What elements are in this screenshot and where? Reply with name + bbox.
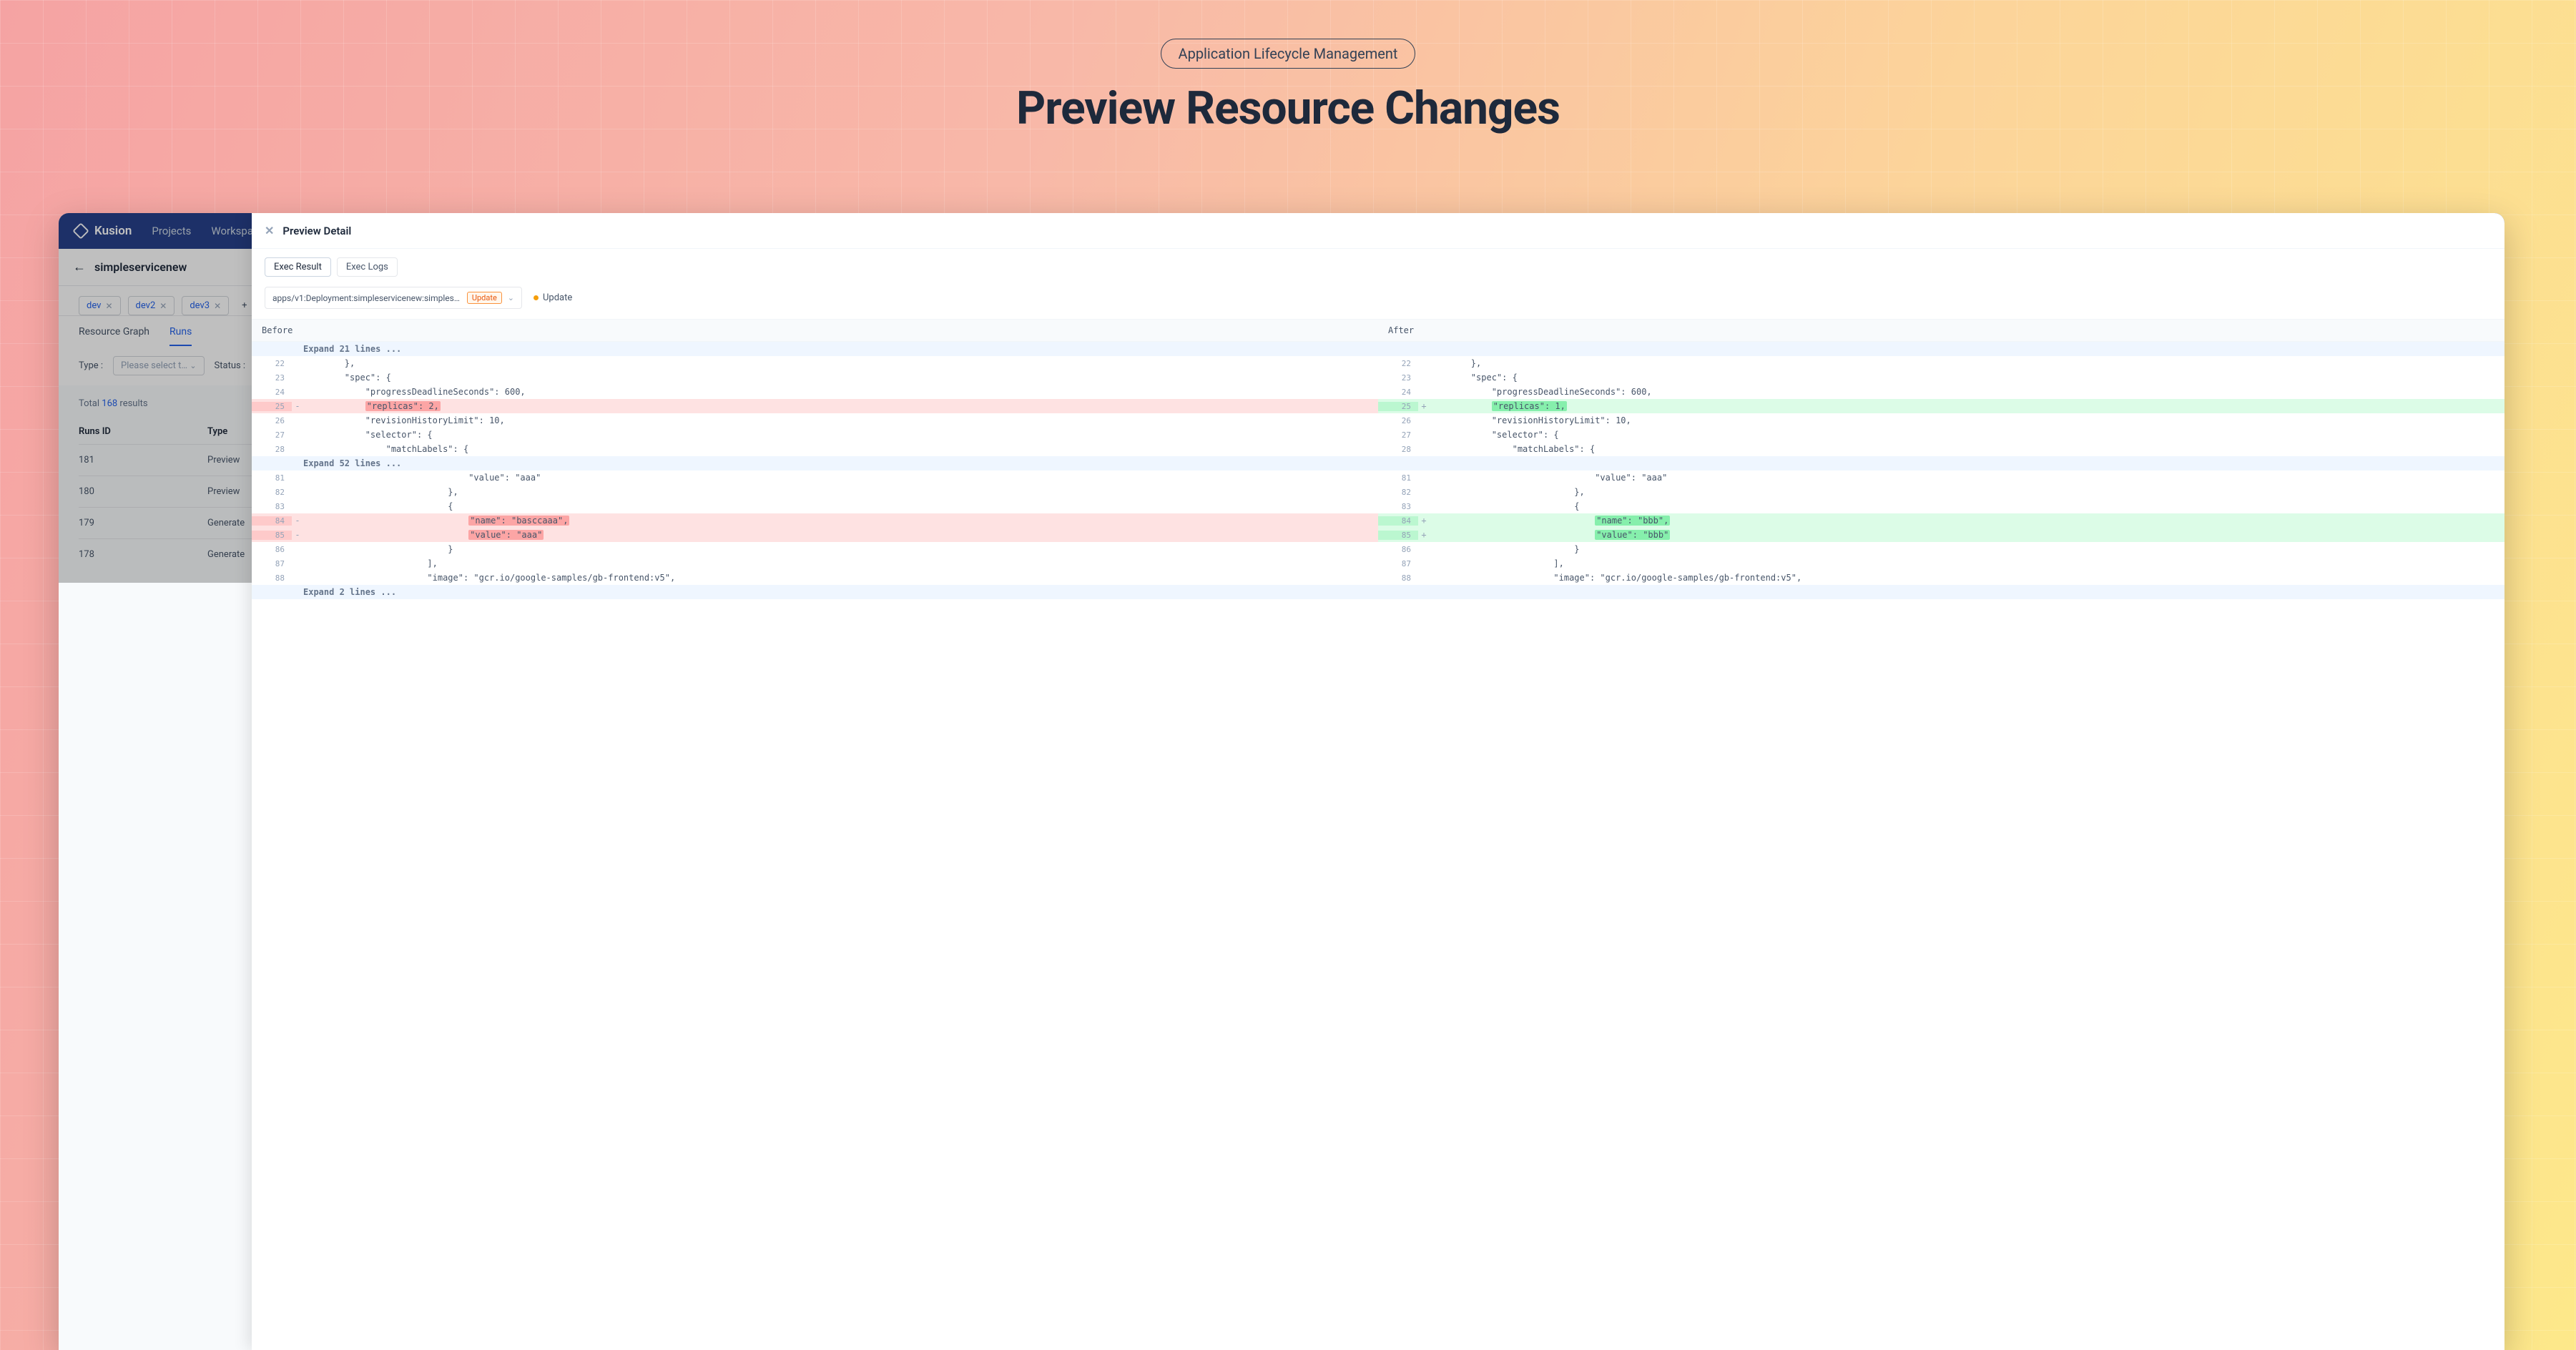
stack-tab-dev[interactable]: dev✕ — [79, 296, 121, 315]
breadcrumb-title: simpleservicenew — [94, 260, 187, 274]
chevron-down-icon: ⌄ — [508, 293, 514, 302]
run-id: 180 — [79, 486, 207, 497]
resource-name: apps/v1:Deployment:simpleservicenew:simp… — [272, 293, 461, 303]
status-dot-icon — [534, 295, 539, 300]
resource-selector-row: apps/v1:Deployment:simpleservicenew:simp… — [252, 277, 2504, 319]
diff-line: 87 ], — [252, 556, 1378, 571]
diff-line: 88 "image": "gcr.io/google-samples/gb-fr… — [252, 571, 1378, 585]
diff-line: 23 "spec": { — [252, 370, 1378, 385]
tab-exec-result[interactable]: Exec Result — [265, 257, 331, 277]
diff-line: 26 "revisionHistoryLimit": 10, — [1378, 413, 2504, 428]
diff-line: 24 "progressDeadlineSeconds": 600, — [1378, 385, 2504, 399]
expand-row[interactable]: Expand 21 lines ... — [252, 342, 1378, 356]
expand-row[interactable] — [1378, 585, 2504, 599]
diff-line: 22 }, — [1378, 356, 2504, 370]
expand-row[interactable]: Expand 52 lines ... — [252, 456, 1378, 470]
app-window: Kusion Projects Workspaces ← simpleservi… — [59, 213, 2504, 1350]
panel-tabs: Exec Result Exec Logs — [252, 249, 2504, 277]
expand-row[interactable]: Expand 2 lines ... — [252, 585, 1378, 599]
hero-title: Preview Resource Changes — [0, 82, 2576, 135]
preview-detail-panel: ✕ Preview Detail Exec Result Exec Logs a… — [252, 213, 2504, 1350]
diff-line: 88 "image": "gcr.io/google-samples/gb-fr… — [1378, 571, 2504, 585]
close-icon[interactable]: ✕ — [265, 224, 274, 237]
diff-line: 24 "progressDeadlineSeconds": 600, — [252, 385, 1378, 399]
diff-line: 82 }, — [1378, 485, 2504, 499]
diff-line: 81 "value": "aaa" — [1378, 470, 2504, 485]
diff-line: 86 } — [1378, 542, 2504, 556]
category-pill: Application Lifecycle Management — [1161, 39, 1416, 69]
panel-title: Preview Detail — [282, 225, 351, 237]
brand-logo[interactable]: Kusion — [73, 223, 132, 239]
expand-row[interactable] — [1378, 456, 2504, 470]
diff-header: Before After — [252, 319, 2504, 342]
after-side: 22 },23 "spec": {24 "progressDeadlineSec… — [1378, 342, 2504, 599]
back-arrow-icon[interactable]: ← — [73, 260, 86, 275]
diff-line: 23 "spec": { — [1378, 370, 2504, 385]
hero-section: Application Lifecycle Management Preview… — [0, 0, 2576, 135]
col-header-id: Runs ID — [79, 426, 207, 437]
update-pill: Update — [467, 292, 502, 304]
diff-line: 28 "matchLabels": { — [1378, 442, 2504, 456]
diff-line: 85- "value": "aaa" — [252, 528, 1378, 542]
run-id: 179 — [79, 518, 207, 528]
diff-line: 27 "selector": { — [1378, 428, 2504, 442]
resource-select[interactable]: apps/v1:Deployment:simpleservicenew:simp… — [265, 287, 522, 309]
nav-projects[interactable]: Projects — [152, 225, 191, 237]
diff-line: 84+ "name": "bbb", — [1378, 513, 2504, 528]
plus-icon: + — [242, 300, 247, 311]
tab-runs[interactable]: Runs — [169, 326, 192, 346]
diff-line: 27 "selector": { — [252, 428, 1378, 442]
diff-body: Expand 21 lines ...22 },23 "spec": {24 "… — [252, 342, 2504, 599]
logo-icon — [73, 223, 89, 239]
diff-line: 87 ], — [1378, 556, 2504, 571]
diff-line: 26 "revisionHistoryLimit": 10, — [252, 413, 1378, 428]
before-side: Expand 21 lines ...22 },23 "spec": {24 "… — [252, 342, 1378, 599]
diff-line: 25- "replicas": 2, — [252, 399, 1378, 413]
diff-line: 25+ "replicas": 1, — [1378, 399, 2504, 413]
diff-line: 22 }, — [252, 356, 1378, 370]
update-status: Update — [534, 292, 572, 303]
diff-viewer: Before After Expand 21 lines ...22 },23 … — [252, 319, 2504, 1350]
after-header: After — [1378, 320, 2504, 341]
stack-tab-dev3[interactable]: dev3✕ — [182, 296, 229, 315]
panel-header: ✕ Preview Detail — [252, 213, 2504, 249]
diff-line: 82 }, — [252, 485, 1378, 499]
close-icon[interactable]: ✕ — [159, 301, 167, 311]
close-icon[interactable]: ✕ — [105, 301, 112, 311]
diff-line: 83 { — [252, 499, 1378, 513]
type-filter-select[interactable]: Please select t… ⌄ — [113, 356, 205, 375]
chevron-down-icon: ⌄ — [190, 361, 196, 370]
status-filter-label: Status : — [215, 360, 246, 371]
before-header: Before — [252, 320, 1378, 341]
close-icon[interactable]: ✕ — [214, 301, 221, 311]
run-id: 178 — [79, 549, 207, 560]
diff-line: 81 "value": "aaa" — [252, 470, 1378, 485]
diff-line: 85+ "value": "bbb" — [1378, 528, 2504, 542]
diff-line: 83 { — [1378, 499, 2504, 513]
diff-line: 84- "name": "basccaaa", — [252, 513, 1378, 528]
tab-exec-logs[interactable]: Exec Logs — [337, 257, 398, 277]
stack-tab-dev2[interactable]: dev2✕ — [128, 296, 175, 315]
diff-line: 86 } — [252, 542, 1378, 556]
brand-name: Kusion — [94, 224, 132, 238]
type-filter-label: Type : — [79, 360, 103, 371]
diff-line: 28 "matchLabels": { — [252, 442, 1378, 456]
tab-resource-graph[interactable]: Resource Graph — [79, 326, 149, 346]
expand-row[interactable] — [1378, 342, 2504, 356]
run-id: 181 — [79, 455, 207, 465]
